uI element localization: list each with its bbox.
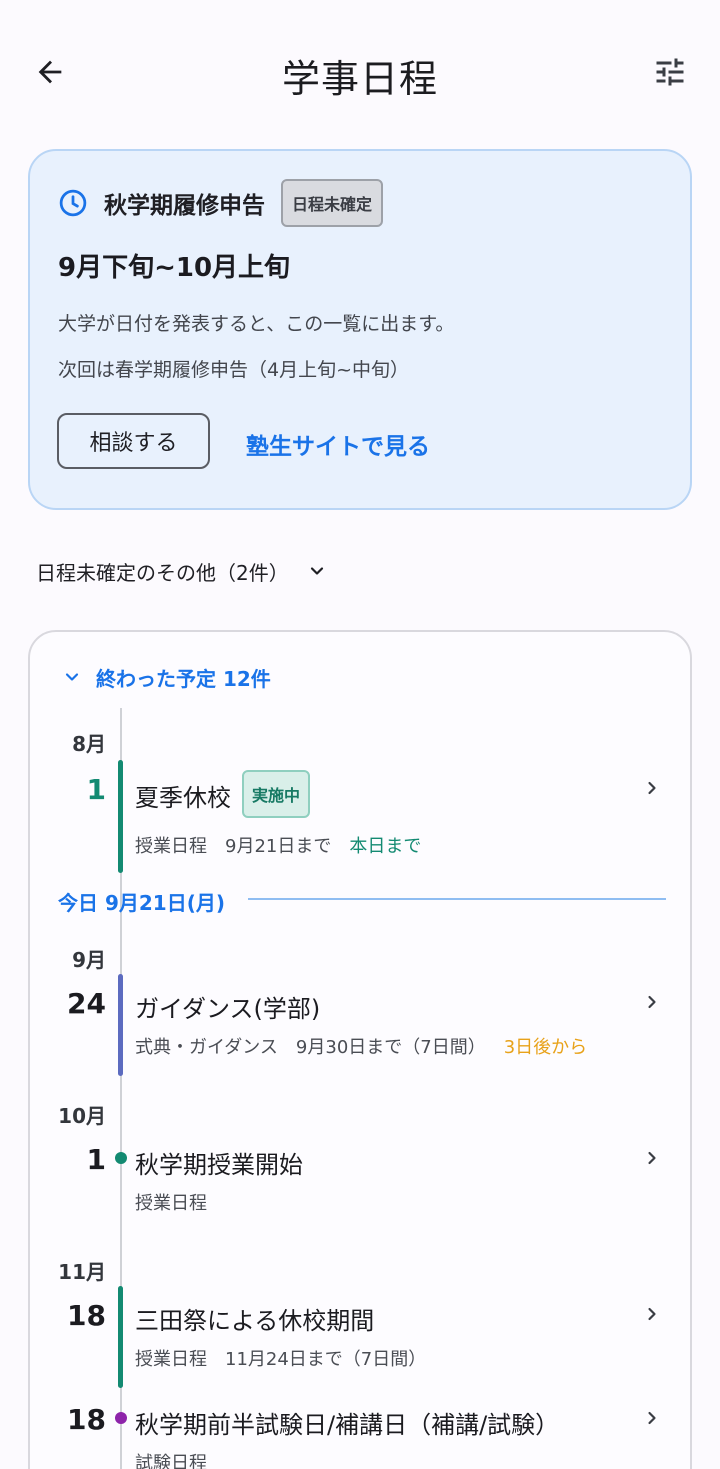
month-label: 9月 xyxy=(72,948,106,972)
event-subtitle: 試験日程 xyxy=(135,1449,207,1469)
month-label: 10月 xyxy=(58,1104,106,1128)
event-until: 11月24日まで（7日間） xyxy=(225,1349,427,1370)
ongoing-badge: 実施中 xyxy=(242,770,311,818)
past-events-toggle[interactable]: 終わった予定 12件 xyxy=(62,662,271,692)
event-title[interactable]: 三田祭による休校期間 xyxy=(135,1301,374,1336)
chevron-right-icon[interactable] xyxy=(642,992,662,1012)
card-title: 秋学期履修申告 xyxy=(104,193,265,219)
event-title[interactable]: 秋学期前半試験日/補講日（補講/試験） xyxy=(135,1405,559,1440)
event-day: 18 xyxy=(67,1403,106,1436)
card-description: 大学が日付を発表すると、この一覧に出ます。 xyxy=(58,313,455,335)
filter-button[interactable] xyxy=(648,50,692,94)
student-site-link[interactable]: 塾生サイトで見る xyxy=(246,427,430,461)
chevron-down-icon xyxy=(310,567,323,575)
app-header: 学事日程 xyxy=(0,0,720,140)
event-until: 9月30日まで（7日間） xyxy=(295,1037,486,1058)
chevron-right-icon[interactable] xyxy=(642,1304,662,1324)
chevron-down-icon xyxy=(65,673,79,681)
event-subtitle: 式典・ガイダンス 9月30日まで（7日間） 3日後から xyxy=(135,1033,587,1059)
card-period: 9月下旬~10月上旬 xyxy=(58,253,291,283)
chevron-right-icon[interactable] xyxy=(642,778,662,798)
event-day: 1 xyxy=(86,773,106,806)
card-next-info: 次回は春学期履修申告（4月上旬~中旬） xyxy=(58,359,410,381)
consult-button[interactable]: 相談する xyxy=(57,413,210,469)
month-label: 11月 xyxy=(58,1260,106,1284)
event-dot xyxy=(115,1412,127,1424)
event-category: 授業日程 xyxy=(135,1349,207,1370)
schedule-card: 終わった予定 12件 8月 1 夏季休校 実施中 授業日程 9月21日まで 本日まで… xyxy=(28,630,692,1469)
card-header-row: 秋学期履修申告 日程未確定 xyxy=(58,179,384,227)
today-divider xyxy=(248,898,666,900)
past-events-label: 終わった予定 12件 xyxy=(96,666,271,691)
event-category: 授業日程 xyxy=(135,1193,207,1214)
event-title[interactable]: 夏季休校 xyxy=(135,778,231,813)
tune-icon xyxy=(656,58,684,86)
other-undetermined-toggle[interactable]: 日程未確定のその他（2件） xyxy=(36,554,327,588)
event-relative: 3日後から xyxy=(503,1037,588,1058)
event-duration-bar xyxy=(118,760,123,873)
chevron-right-icon[interactable] xyxy=(642,1148,662,1168)
event-category: 授業日程 xyxy=(135,836,207,857)
event-duration-bar xyxy=(118,1286,123,1388)
page-title: 学事日程 xyxy=(281,57,438,101)
event-dot xyxy=(115,1152,127,1164)
event-category: 試験日程 xyxy=(135,1453,207,1469)
event-title[interactable]: 秋学期授業開始 xyxy=(135,1145,303,1180)
event-duration-bar xyxy=(118,974,123,1076)
upcoming-registration-card: 秋学期履修申告 日程未確定 9月下旬~10月上旬 大学が日付を発表すると、この一… xyxy=(28,149,692,510)
event-subtitle: 授業日程 xyxy=(135,1189,207,1215)
today-label: 今日 9月21日(月) xyxy=(58,891,225,915)
event-day: 1 xyxy=(86,1143,106,1176)
event-subtitle: 授業日程 9月21日まで 本日まで xyxy=(135,832,421,858)
event-until: 9月21日まで xyxy=(225,836,332,857)
month-label: 8月 xyxy=(72,732,106,756)
event-subtitle: 授業日程 11月24日まで（7日間） xyxy=(135,1345,426,1371)
event-title[interactable]: ガイダンス(学部) xyxy=(135,989,320,1024)
other-undetermined-label: 日程未確定のその他（2件） xyxy=(36,560,289,585)
event-category: 式典・ガイダンス xyxy=(135,1037,278,1058)
event-day: 18 xyxy=(67,1299,106,1332)
undetermined-badge: 日程未確定 xyxy=(281,179,384,227)
clock-icon xyxy=(59,189,87,217)
chevron-right-icon[interactable] xyxy=(642,1408,662,1428)
event-day: 24 xyxy=(67,987,106,1020)
event-relative: 本日まで xyxy=(349,836,422,857)
